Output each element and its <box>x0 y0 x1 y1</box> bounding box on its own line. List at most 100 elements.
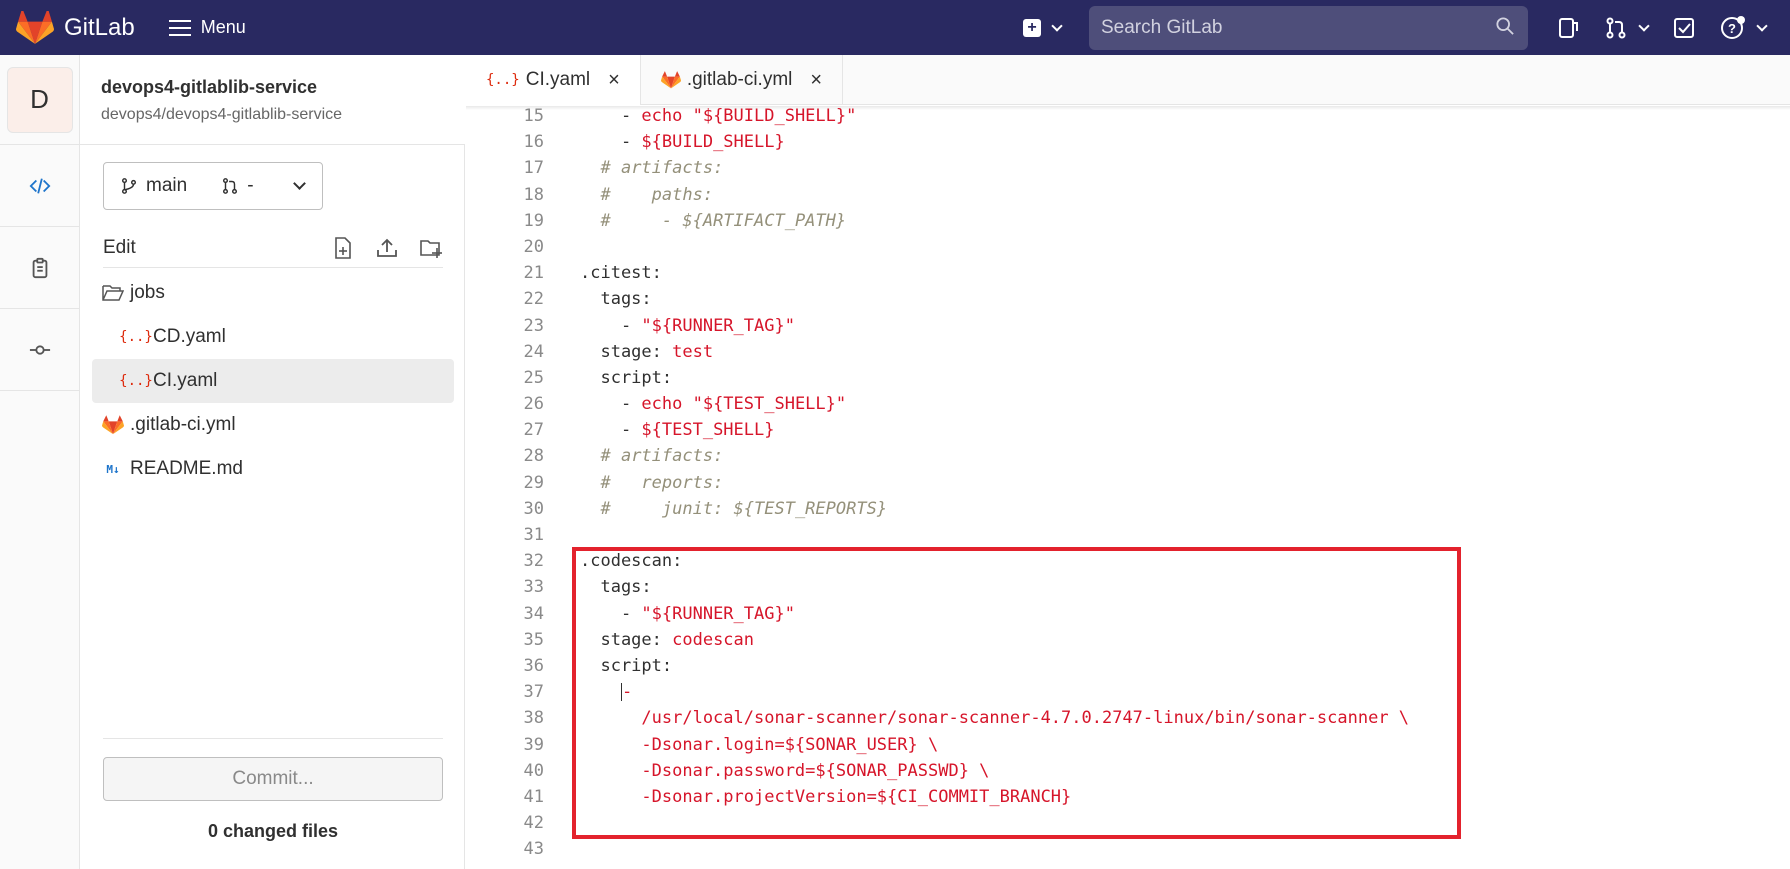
help-button[interactable]: ? <box>1720 15 1768 41</box>
branch-selector[interactable]: main - <box>103 162 323 210</box>
code-text: # artifacts: <box>600 446 724 467</box>
project-avatar[interactable]: D <box>6 66 73 133</box>
file-tree: jobs {..} CD.yaml {..} CI.yaml .gitlab-c… <box>92 271 454 491</box>
tab-gitlab-ci[interactable]: .gitlab-ci.yml × <box>641 55 844 105</box>
menu-label: Menu <box>200 17 246 37</box>
tree-item-ci-yaml[interactable]: {..} CI.yaml <box>92 359 454 403</box>
tree-item-label: CI.yaml <box>153 370 218 391</box>
line-number: 23 <box>523 315 544 336</box>
markdown-icon: M↓ <box>106 462 120 476</box>
chevron-down-icon <box>1638 19 1650 32</box>
file-panel: main - Edit jobs {..} CD.yaml {..} CI.ya… <box>80 145 465 869</box>
tab-label: CI.yaml <box>525 69 591 90</box>
code-line[interactable]: 27 - ${TEST_SHELL} <box>466 417 1790 443</box>
edit-mode-button[interactable] <box>0 145 79 227</box>
code-line[interactable]: 29 # reports: <box>466 470 1790 496</box>
code-line[interactable]: 26 - echo "${TEST_SHELL}" <box>466 391 1790 417</box>
new-folder-icon <box>420 239 442 258</box>
code-text: # - ${ARTIFACT_PATH} <box>600 210 847 231</box>
line-number: 40 <box>523 760 544 781</box>
upload-file-button[interactable] <box>375 236 399 260</box>
line-number: 20 <box>523 236 544 257</box>
code-text: # artifacts: <box>600 158 724 179</box>
code-line[interactable]: 17 # artifacts: <box>466 155 1790 181</box>
code-line[interactable]: 43 <box>466 836 1790 862</box>
gitlab-logo[interactable]: GitLab <box>16 10 135 45</box>
code-line[interactable]: 15 - echo "${BUILD_SHELL}" <box>466 106 1790 129</box>
code-text: - echo "${BUILD_SHELL}" <box>580 106 857 126</box>
code-line[interactable]: 18 # paths: <box>466 182 1790 208</box>
line-number: 19 <box>523 210 544 231</box>
code-line[interactable]: 28 # artifacts: <box>466 443 1790 469</box>
top-navbar: GitLab Menu + Search GitLab ? <box>0 0 1790 55</box>
code-line[interactable]: 23 - "${RUNNER_TAG}" <box>466 313 1790 339</box>
line-number: 43 <box>523 839 544 860</box>
line-number: 42 <box>523 813 544 834</box>
new-directory-button[interactable] <box>419 236 443 260</box>
line-number: 21 <box>523 263 544 284</box>
tree-item-label: .gitlab-ci.yml <box>130 414 236 435</box>
line-number: 37 <box>523 682 544 703</box>
code-text: # junit: ${TEST_REPORTS} <box>600 498 888 519</box>
commit-mode-button[interactable] <box>0 309 79 391</box>
commit-button[interactable]: Commit... <box>103 757 443 801</box>
tab-ci-yaml[interactable]: {..} CI.yaml × <box>466 55 641 105</box>
edit-toolbar: Edit <box>103 228 443 268</box>
branch-name: main <box>146 175 188 196</box>
code-text: - "${RUNNER_TAG}" <box>580 315 795 336</box>
logo-text: GitLab <box>64 13 135 41</box>
chevron-down-icon <box>293 177 306 190</box>
todos-button[interactable] <box>1672 16 1696 40</box>
line-number: 17 <box>523 158 544 179</box>
project-name[interactable]: devops4-gitlablib-service <box>101 77 465 98</box>
highlight-annotation <box>572 547 1461 839</box>
help-icon: ? <box>1721 15 1745 39</box>
yaml-icon: {..} <box>486 72 520 88</box>
line-number: 15 <box>523 106 544 126</box>
code-line[interactable]: 31 <box>466 522 1790 548</box>
code-line[interactable]: 22 tags: <box>466 286 1790 312</box>
svg-text:?: ? <box>1728 21 1736 36</box>
code-text: stage: test <box>580 341 714 362</box>
close-icon[interactable]: × <box>608 69 620 92</box>
code-line[interactable]: 19 # - ${ARTIFACT_PATH} <box>466 208 1790 234</box>
code-line[interactable]: 16 - ${BUILD_SHELL} <box>466 129 1790 155</box>
close-icon[interactable]: × <box>810 69 822 92</box>
code-text: # paths: <box>600 184 714 205</box>
line-number: 35 <box>523 629 544 650</box>
code-text: - ${TEST_SHELL} <box>580 420 775 441</box>
menu-button[interactable]: Menu <box>168 17 246 38</box>
tree-item-readme[interactable]: M↓ README.md <box>92 447 454 491</box>
tree-item-cd-yaml[interactable]: {..} CD.yaml <box>92 315 454 359</box>
issues-button[interactable] <box>1556 16 1580 40</box>
chevron-down-icon <box>1756 19 1768 32</box>
line-number: 31 <box>523 525 544 545</box>
code-line[interactable]: 25 script: <box>466 365 1790 391</box>
code-line[interactable]: 24 stage: test <box>466 339 1790 365</box>
search-input[interactable]: Search GitLab <box>1089 5 1528 50</box>
code-text: tags: <box>580 289 652 310</box>
commit-icon <box>29 344 50 355</box>
code-line[interactable]: 20 <box>466 234 1790 260</box>
tree-item-jobs[interactable]: jobs <box>92 271 454 315</box>
merge-request-value: - <box>247 175 254 196</box>
code-text: - ${BUILD_SHELL} <box>580 132 785 153</box>
tree-item-gitlab-ci[interactable]: .gitlab-ci.yml <box>92 403 454 447</box>
yaml-icon: {..} <box>119 329 153 345</box>
tab-label: .gitlab-ci.yml <box>686 69 793 90</box>
line-number: 33 <box>523 577 544 598</box>
line-number: 28 <box>523 446 544 467</box>
tree-item-label: CD.yaml <box>153 326 226 347</box>
todo-check-icon <box>1674 17 1694 38</box>
upload-icon <box>377 238 397 257</box>
chevron-down-icon <box>1051 19 1063 32</box>
new-file-button[interactable] <box>331 236 355 260</box>
merge-requests-button[interactable] <box>1604 16 1650 40</box>
code-line[interactable]: 30 # junit: ${TEST_REPORTS} <box>466 496 1790 522</box>
code-line[interactable]: 21 .citest: <box>466 260 1790 286</box>
edit-label: Edit <box>103 236 136 258</box>
gitlab-icon <box>660 71 681 89</box>
new-dropdown-button[interactable]: + <box>1023 18 1063 37</box>
review-mode-button[interactable] <box>0 227 79 309</box>
plus-square-icon: + <box>1023 18 1041 37</box>
